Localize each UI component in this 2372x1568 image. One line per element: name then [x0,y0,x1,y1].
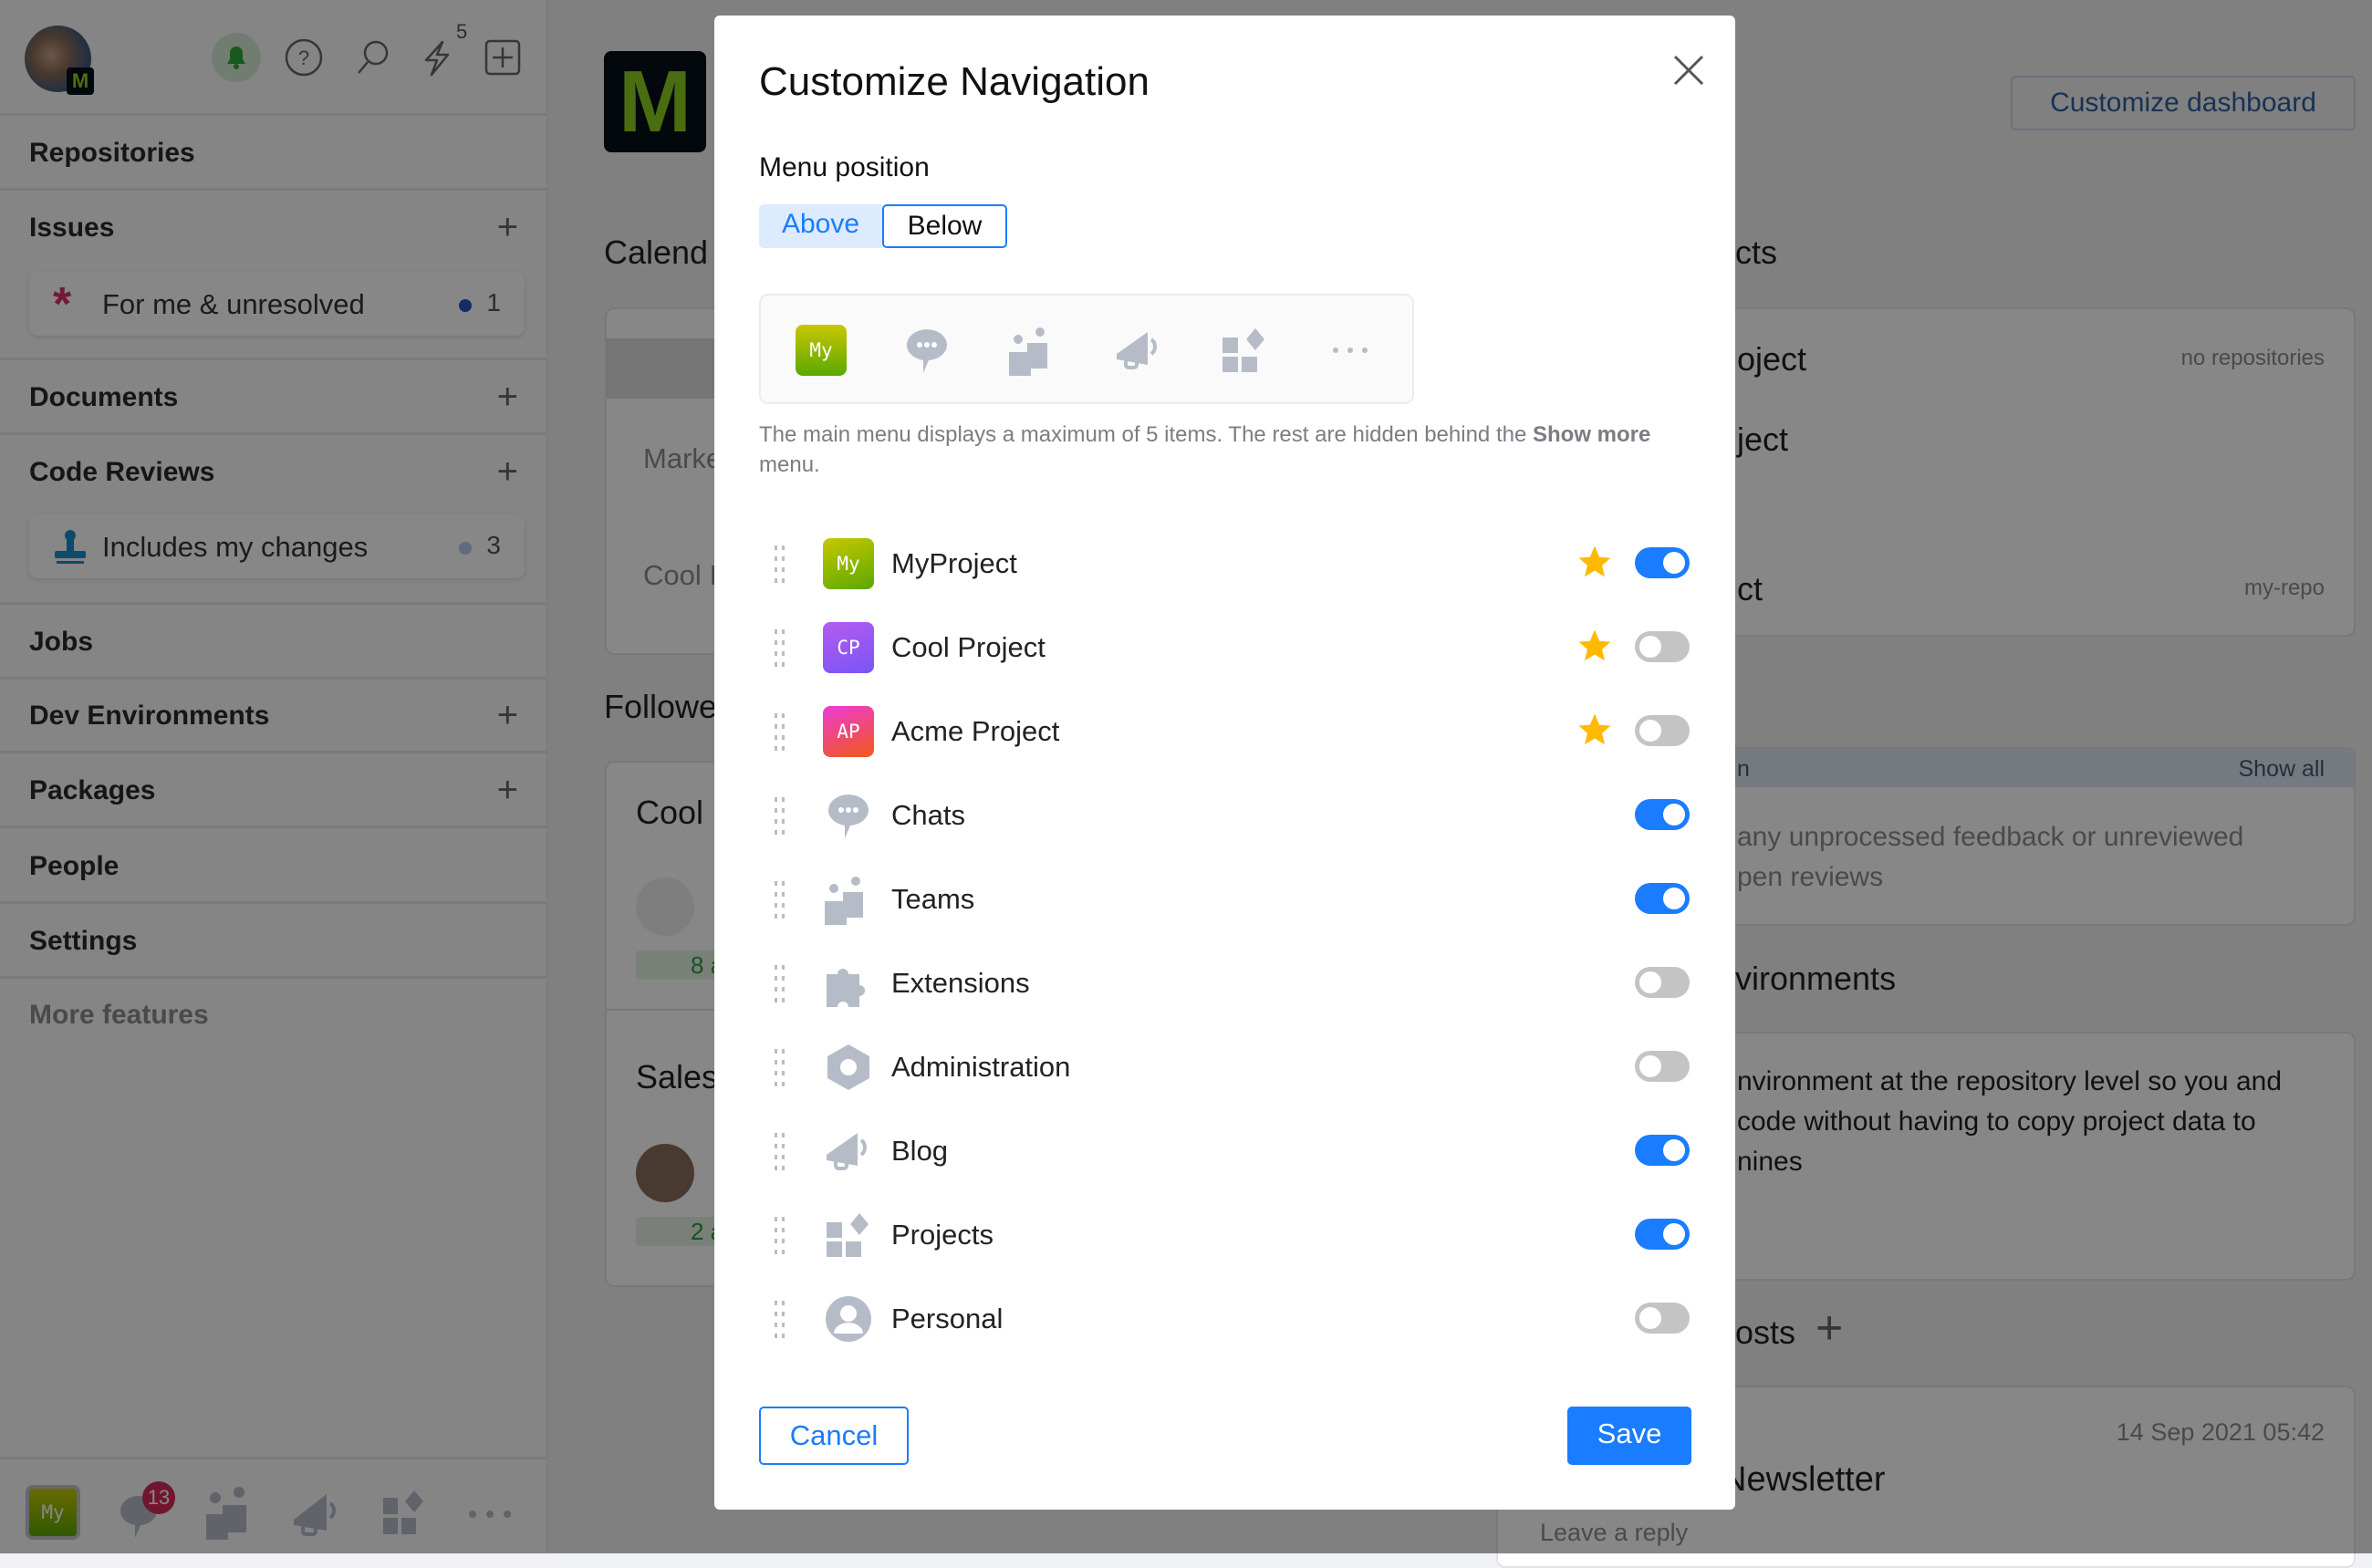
teams-icon [1007,325,1060,378]
my-badge-label: My [796,325,847,376]
toggle-knob [1663,552,1685,574]
nav-item-administration: Administration [759,1031,1690,1104]
project-badge-icon: My [823,538,874,589]
nav-item-label: Chats [891,799,965,831]
nav-item-acme-project: AP Acme Project [759,695,1690,768]
nav-item-toggle[interactable] [1635,1051,1690,1082]
help-text: The main menu displays a maximum of 5 it… [759,420,1653,480]
save-button[interactable]: Save [1567,1407,1691,1465]
close-icon[interactable] [1668,49,1710,91]
my-project-icon: My [796,325,848,378]
nav-item-label: Administration [891,1051,1071,1083]
toggle-knob [1639,636,1661,658]
toggle-knob [1639,1307,1661,1329]
puzzle-icon [823,958,874,1009]
teams-icon [823,874,874,925]
cancel-button[interactable]: Cancel [759,1407,909,1465]
chats-icon [823,790,874,841]
drag-handle-icon[interactable] [774,1299,786,1339]
toggle-knob [1663,1139,1685,1161]
nav-item-label: MyProject [891,547,1017,579]
help-text-bold: Show more [1532,422,1651,447]
project-badge-icon: AP [823,706,874,757]
star-icon[interactable] [1576,627,1614,665]
nav-item-label: Acme Project [891,715,1060,747]
nav-item-personal: Personal [759,1282,1690,1355]
toggle-knob [1663,1223,1685,1245]
nav-item-chats: Chats [759,779,1690,852]
hexagon-icon [823,1042,874,1093]
star-icon[interactable] [1576,711,1614,749]
nav-item-myproject: My MyProject [759,527,1690,600]
nav-item-projects: Projects [759,1199,1690,1272]
help-text-part: The main menu displays a maximum of 5 it… [759,422,1533,447]
menu-position-label: Menu position [759,152,930,182]
drag-handle-icon[interactable] [774,795,786,836]
drag-handle-icon[interactable] [774,963,786,1003]
toggle-knob [1639,971,1661,993]
nav-item-label: Extensions [891,967,1030,999]
nav-item-label: Teams [891,883,975,915]
nav-item-teams: Teams [759,863,1690,936]
chats-icon [901,325,954,378]
more-icon [1325,325,1378,378]
drag-handle-icon[interactable] [774,1215,786,1255]
customize-navigation-dialog: Customize Navigation Menu position Above… [714,16,1735,1510]
toggle-knob [1639,1055,1661,1077]
nav-item-toggle[interactable] [1635,1135,1690,1166]
nav-item-label: Projects [891,1219,994,1251]
nav-item-extensions: Extensions [759,947,1690,1020]
projects-icon [823,1210,874,1261]
drag-handle-icon[interactable] [774,1131,786,1171]
nav-item-label: Cool Project [891,631,1046,663]
projects-icon [1219,325,1272,378]
position-below-option[interactable]: Below [882,204,1007,248]
nav-item-toggle[interactable] [1635,799,1690,830]
nav-item-toggle[interactable] [1635,715,1690,746]
person-icon [823,1293,874,1345]
nav-item-label: Blog [891,1135,949,1167]
blog-icon [1113,325,1166,378]
nav-item-toggle[interactable] [1635,883,1690,914]
toggle-knob [1639,720,1661,742]
help-text-part: menu. [759,452,820,477]
star-icon[interactable] [1576,543,1614,581]
nav-item-blog: Blog [759,1115,1690,1188]
project-badge-icon: CP [823,622,874,673]
dialog-title: Customize Navigation [759,59,1150,104]
menu-preview: My [759,294,1414,404]
drag-handle-icon[interactable] [774,628,786,668]
nav-item-label: Personal [891,1303,1004,1334]
drag-handle-icon[interactable] [774,544,786,584]
toggle-knob [1663,804,1685,826]
nav-item-toggle[interactable] [1635,1303,1690,1334]
drag-handle-icon[interactable] [774,879,786,919]
nav-item-toggle[interactable] [1635,1219,1690,1250]
megaphone-icon [823,1126,874,1177]
toggle-knob [1663,888,1685,909]
nav-item-toggle[interactable] [1635,547,1690,578]
nav-item-toggle[interactable] [1635,967,1690,998]
drag-handle-icon[interactable] [774,1047,786,1087]
nav-item-toggle[interactable] [1635,631,1690,662]
position-above-option[interactable]: Above [759,204,882,248]
nav-item-cool-project: CP Cool Project [759,611,1690,684]
drag-handle-icon[interactable] [774,711,786,752]
